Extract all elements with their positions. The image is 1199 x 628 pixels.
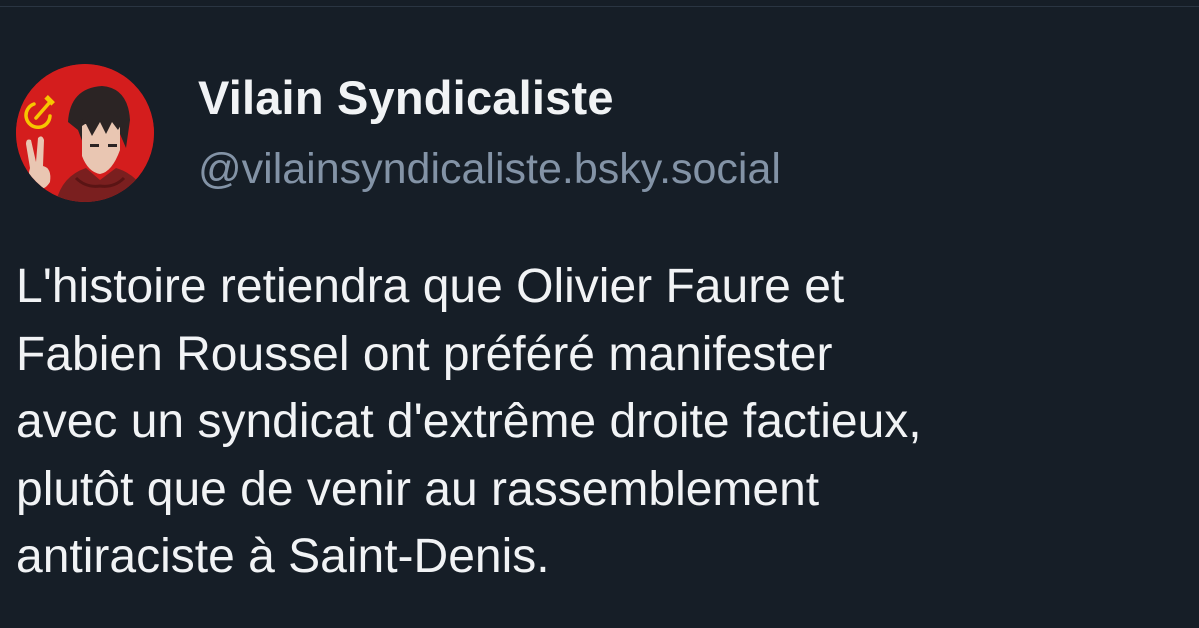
post-text-line: avec un syndicat d'extrême droite factie… bbox=[16, 395, 922, 448]
post-text-line: L'histoire retiendra que Olivier Faure e… bbox=[16, 260, 845, 313]
post-text-line: Fabien Roussel ont préféré manifester bbox=[16, 327, 833, 381]
avatar[interactable] bbox=[16, 64, 154, 202]
author-handle[interactable]: @vilainsyndicaliste.bsky.social bbox=[198, 145, 781, 194]
post-text-line: antiraciste à Saint-Denis. bbox=[16, 530, 550, 583]
author-display-name[interactable]: Vilain Syndicaliste bbox=[198, 70, 614, 125]
post-text: L'histoire retiendra que Olivier Faure e… bbox=[16, 253, 1186, 591]
hammer-sickle-avatar-icon bbox=[16, 64, 154, 202]
post-card: Vilain Syndicaliste @vilainsyndicaliste.… bbox=[0, 0, 1199, 628]
top-divider bbox=[0, 6, 1199, 7]
post-text-line: plutôt que de venir au rassemblement bbox=[16, 462, 820, 516]
